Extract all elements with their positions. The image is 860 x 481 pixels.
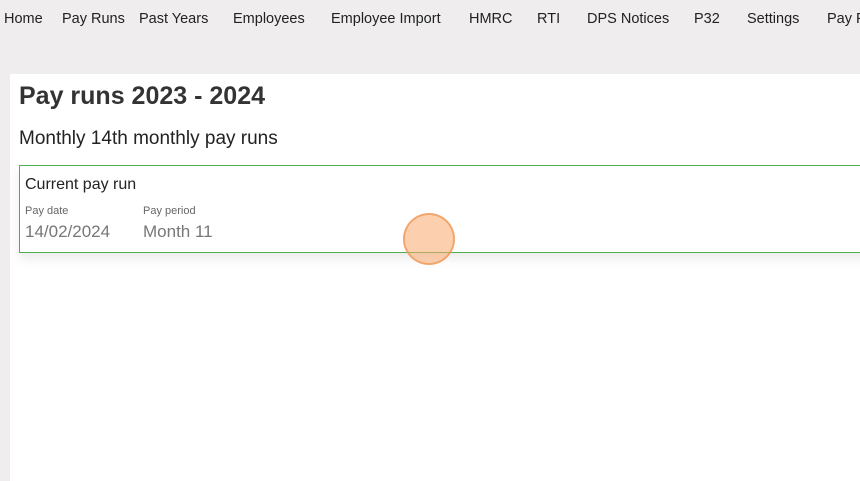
nav-item-dps-notices[interactable]: DPS Notices	[587, 11, 669, 27]
nav-item-pay-runs[interactable]: Pay Runs	[62, 11, 125, 27]
top-navigation: Home Pay Runs Past Years Employees Emplo…	[0, 0, 860, 74]
nav-item-employee-import[interactable]: Employee Import	[331, 11, 441, 27]
nav-item-rti[interactable]: RTI	[537, 11, 560, 27]
nav-item-past-years[interactable]: Past Years	[139, 11, 208, 27]
section-title: Monthly 14th monthly pay runs	[19, 128, 278, 149]
pay-date-label: Pay date	[25, 205, 69, 217]
nav-item-hmrc[interactable]: HMRC	[469, 11, 513, 27]
nav-item-employees[interactable]: Employees	[233, 11, 305, 27]
card-title: Current pay run	[25, 176, 137, 193]
main-content: Pay runs 2023 - 2024 Monthly 14th monthl…	[10, 74, 860, 481]
current-pay-run-card[interactable]: Current pay run Pay date 14/02/2024 Pay …	[19, 165, 860, 253]
pay-date-value: 14/02/2024	[25, 222, 111, 241]
nav-item-pay-f[interactable]: Pay F	[827, 11, 860, 27]
nav-item-settings[interactable]: Settings	[747, 11, 799, 27]
page-title: Pay runs 2023 - 2024	[19, 82, 265, 110]
nav-item-home[interactable]: Home	[4, 11, 43, 27]
pay-period-label: Pay period	[143, 205, 196, 217]
nav-item-p32[interactable]: P32	[694, 11, 720, 27]
pay-period-value: Month 11	[143, 222, 213, 241]
